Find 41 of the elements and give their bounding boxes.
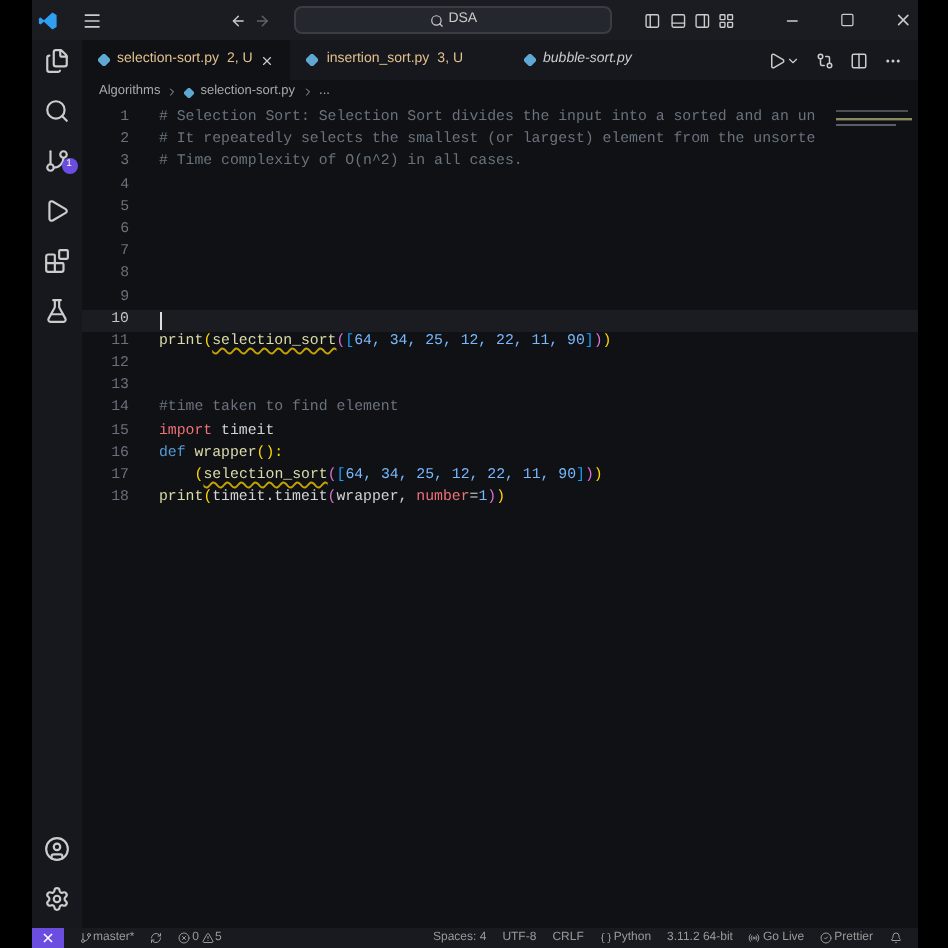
search-icon[interactable] xyxy=(43,98,69,124)
sync-icon[interactable] xyxy=(150,932,163,944)
chevron-icon xyxy=(301,86,314,98)
logo-icon xyxy=(37,9,58,31)
check-icon xyxy=(820,932,833,944)
maximize-icon[interactable] xyxy=(839,12,855,28)
text-cursor xyxy=(159,311,161,330)
layout-icon[interactable] xyxy=(718,11,736,29)
bell-icon[interactable] xyxy=(889,932,901,944)
run-icon[interactable] xyxy=(43,198,69,224)
panel-bottom-icon[interactable] xyxy=(669,11,686,29)
python-file-icon xyxy=(184,87,195,97)
panel-right-icon[interactable] xyxy=(693,11,711,29)
panel-left-icon[interactable] xyxy=(644,11,662,29)
search-icon xyxy=(430,13,445,27)
extensions-icon[interactable] xyxy=(43,248,69,274)
warning-icon xyxy=(201,932,214,944)
settings-icon[interactable] xyxy=(43,886,69,912)
files-icon[interactable] xyxy=(43,48,69,74)
braces-icon xyxy=(599,932,612,944)
broadcast-icon xyxy=(748,932,761,944)
python-file-icon xyxy=(306,54,319,66)
minimap-drawing xyxy=(835,110,911,130)
split-icon[interactable] xyxy=(849,51,867,69)
branch-icon xyxy=(79,932,91,944)
close-icon[interactable] xyxy=(260,53,275,67)
menu-icon[interactable] xyxy=(81,9,102,31)
error-icon xyxy=(178,932,191,944)
python-file-icon xyxy=(523,54,536,66)
remote-button[interactable] xyxy=(31,928,63,948)
compare-icon[interactable] xyxy=(815,51,833,69)
branch-icon[interactable] xyxy=(43,148,69,174)
account-icon[interactable] xyxy=(43,836,69,862)
run-icon[interactable] xyxy=(767,51,785,69)
flask-icon[interactable] xyxy=(43,298,69,324)
chevron-icon xyxy=(166,86,179,98)
remote-icon xyxy=(41,932,53,944)
caret-icon[interactable] xyxy=(785,53,799,67)
back-icon[interactable] xyxy=(229,11,247,29)
python-file-icon xyxy=(97,54,109,66)
close-icon[interactable] xyxy=(894,10,914,30)
